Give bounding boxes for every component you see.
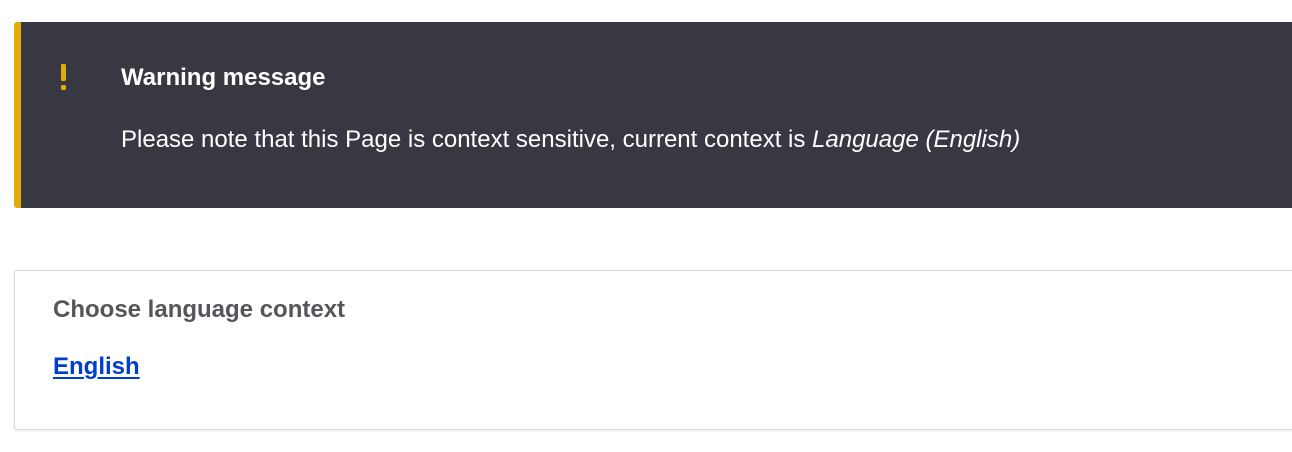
warning-current-context: Language (English) (812, 126, 1021, 153)
language-context-card: Choose language context English (14, 270, 1292, 430)
warning-title: Warning message (121, 64, 326, 91)
warning-message-box: Warning message Please note that this Pa… (14, 22, 1292, 208)
exclamation-icon (57, 62, 71, 92)
language-link-english[interactable]: English (53, 352, 140, 382)
page: Warning message Please note that this Pa… (0, 0, 1292, 452)
language-context-title: Choose language context (53, 296, 346, 323)
warning-body: Please note that this Page is context se… (121, 125, 1020, 155)
warning-body-text: Please note that this Page is context se… (121, 126, 813, 153)
